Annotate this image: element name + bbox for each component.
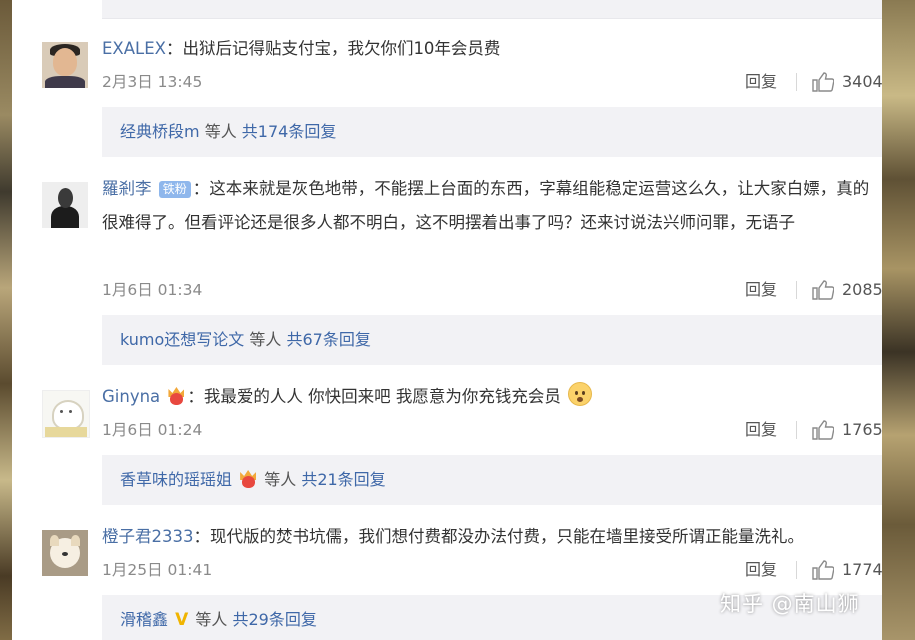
username-link[interactable]: 羅剎李 <box>102 179 152 198</box>
vip-crown-heart-icon <box>166 387 186 405</box>
like-count: 2085 <box>842 280 882 299</box>
divider <box>796 281 797 299</box>
shocked-face-emoji-icon <box>568 382 593 406</box>
thread-count[interactable]: 共29条回复 <box>232 610 316 629</box>
username-link[interactable]: 橙子君2333 <box>102 527 194 546</box>
avatar[interactable] <box>42 182 88 228</box>
avatar[interactable] <box>42 42 88 88</box>
username-link[interactable]: EXALEX <box>102 39 166 58</box>
thread-user[interactable]: kumo还想写论文 <box>120 330 244 349</box>
reply-thread-bar[interactable]: 经典桥段m 等人 共174条回复 <box>102 107 882 157</box>
watermark: 知乎 @南山狮 <box>720 592 860 616</box>
like-count: 3404 <box>842 72 882 91</box>
comment-content: EXALEX：出狱后记得贴支付宝，我欠你们10年会员费 <box>102 39 501 58</box>
like-count: 1774 <box>842 560 882 579</box>
divider <box>796 421 797 439</box>
comment-text: 出狱后记得贴支付宝，我欠你们10年会员费 <box>182 39 501 58</box>
background-right-strip <box>882 0 915 640</box>
divider <box>796 561 797 579</box>
comment-text: 我最爱的人人 你快回来吧 我愿意为你充钱充会员 <box>203 387 561 406</box>
comment-content: 羅剎李 铁粉 ：这本来就是灰色地带，不能摆上台面的东西，字幕组能稳定运营这么久，让… <box>102 179 870 232</box>
avatar[interactable] <box>42 390 90 438</box>
thumbs-up-icon <box>812 72 834 92</box>
avatar[interactable] <box>42 530 88 576</box>
comment-time: 1月6日 01:34 <box>102 281 203 299</box>
verified-v-icon: V <box>175 610 189 630</box>
thread-user[interactable]: 香草味的瑶瑶姐 <box>120 470 232 489</box>
comment-content: Ginyna ：我最爱的人人 你快回来吧 我愿意为你充钱充会员 <box>102 380 872 414</box>
reply-button[interactable]: 回复 <box>745 279 777 301</box>
thumbs-up-icon <box>812 280 834 300</box>
comment-time: 2月3日 13:45 <box>102 73 203 91</box>
comment-text: 这本来就是灰色地带，不能摆上台面的东西，字幕组能稳定运营这么久，让大家白嫖，真的… <box>102 179 870 232</box>
thread-count[interactable]: 共174条回复 <box>242 122 337 141</box>
comment-time: 1月25日 01:41 <box>102 561 213 579</box>
reply-button[interactable]: 回复 <box>745 71 777 93</box>
background-left-strip <box>0 0 12 640</box>
reply-button[interactable]: 回复 <box>745 419 777 441</box>
thread-user[interactable]: 滑稽鑫 <box>120 610 168 629</box>
thread-user[interactable]: 经典桥段m <box>120 122 200 141</box>
username-link[interactable]: Ginyna <box>102 387 160 406</box>
like-count: 1765 <box>842 420 882 439</box>
reply-button[interactable]: 回复 <box>745 559 777 581</box>
divider <box>796 73 797 91</box>
comment-text: 现代版的焚书坑儒，我们想付费都没办法付费，只能在墙里接受所谓正能量洗礼。 <box>210 527 804 546</box>
comment-list: EXALEX：出狱后记得贴支付宝，我欠你们10年会员费 2月3日 13:45 回… <box>12 0 882 640</box>
fan-badge: 铁粉 <box>158 181 191 198</box>
thread-count[interactable]: 共67条回复 <box>287 330 371 349</box>
vip-crown-heart-icon <box>238 470 258 488</box>
reply-thread-bar[interactable]: 香草味的瑶瑶姐 等人 共21条回复 <box>102 455 882 505</box>
thread-count[interactable]: 共21条回复 <box>301 470 385 489</box>
thumbs-up-icon <box>812 420 834 440</box>
reply-thread-bar[interactable]: kumo还想写论文 等人 共67条回复 <box>102 315 882 365</box>
thumbs-up-icon <box>812 560 834 580</box>
comment-content: 橙子君2333：现代版的焚书坑儒，我们想付费都没办法付费，只能在墙里接受所谓正能… <box>102 527 804 546</box>
comment-time: 1月6日 01:24 <box>102 421 203 439</box>
previous-reply-bar-cut <box>102 0 882 19</box>
